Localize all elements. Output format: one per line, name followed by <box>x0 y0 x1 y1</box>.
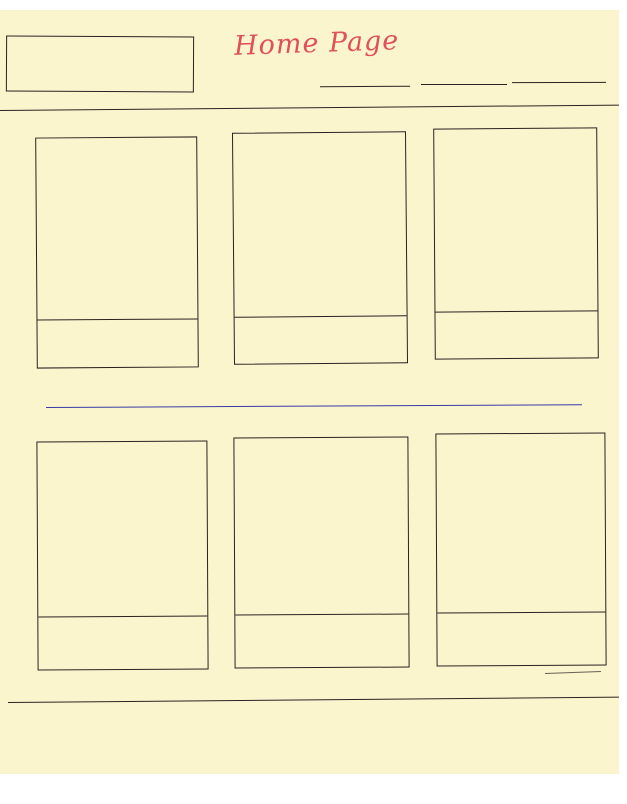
card-5-caption-divider <box>235 613 409 616</box>
sketch-paper: Home Page <box>0 10 619 774</box>
nav-link-1[interactable] <box>319 85 411 88</box>
pen-stroke <box>544 671 602 674</box>
card-1[interactable] <box>35 136 199 369</box>
card-2-caption-divider <box>234 315 407 318</box>
card-1-caption-divider <box>37 318 198 321</box>
card-4-caption-divider <box>38 615 208 618</box>
page-title: Home Page <box>233 25 400 62</box>
card-2[interactable] <box>231 131 409 365</box>
header-divider <box>0 104 619 111</box>
nav-link-3[interactable] <box>511 81 607 84</box>
card-6-caption-divider <box>437 611 606 614</box>
card-3-caption-divider <box>435 310 598 313</box>
card-6[interactable] <box>435 432 607 667</box>
section-separator <box>46 404 582 408</box>
footer-divider <box>8 696 619 703</box>
card-4[interactable] <box>36 440 209 671</box>
nav-link-2[interactable] <box>421 84 507 85</box>
card-5[interactable] <box>233 436 410 669</box>
logo-placeholder[interactable] <box>5 35 195 93</box>
card-3[interactable] <box>433 127 599 360</box>
